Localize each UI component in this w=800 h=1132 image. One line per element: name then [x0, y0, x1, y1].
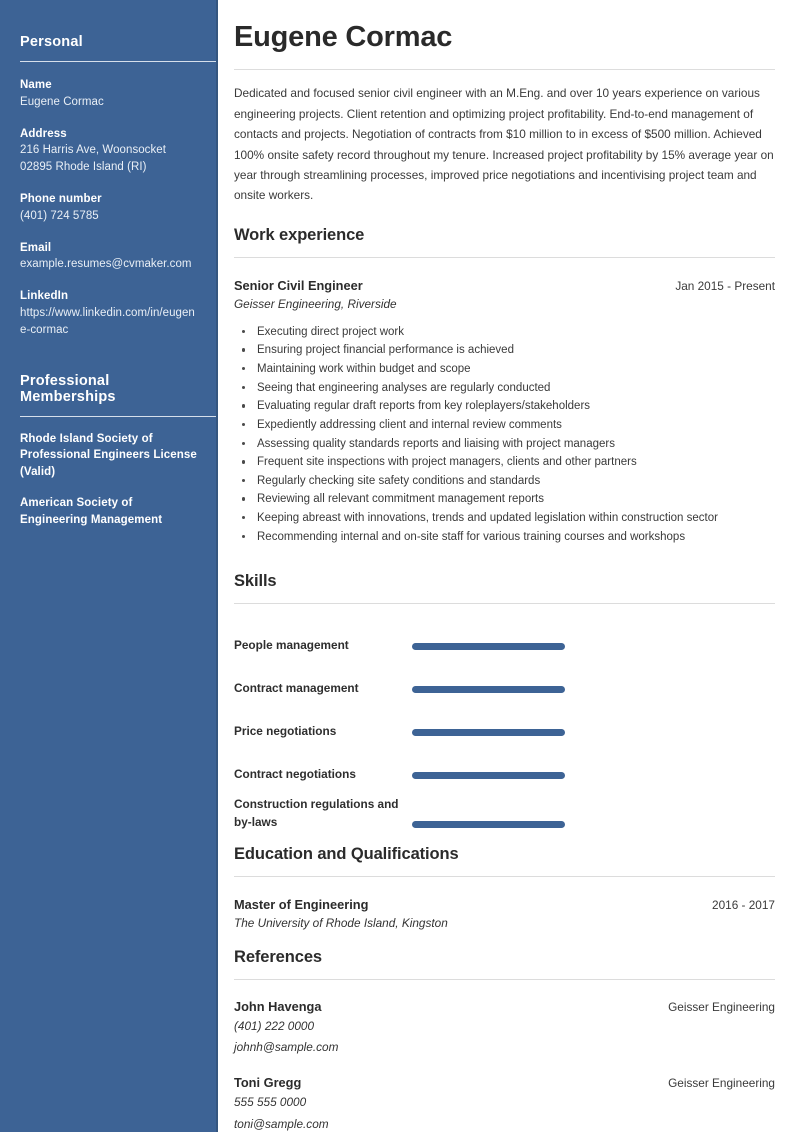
- section-heading: Work experience: [234, 225, 365, 244]
- reference-phone: 555 555 0000: [234, 1095, 307, 1110]
- reference-phone: (401) 222 0000: [234, 1018, 315, 1033]
- skill-label: Contract negotiations: [234, 766, 356, 781]
- reference-entry: Toni Gregg Geisser Engineering 555 555 0…: [234, 1075, 775, 1132]
- skill-label: Construction regulations and by-laws: [234, 797, 399, 829]
- reference-company: Geisser Engineering: [668, 999, 775, 1014]
- sidebar-field-value: 216 Harris Ave, Woonsocket 02895 Rhode I…: [20, 144, 166, 174]
- reference-company: Geisser Engineering: [668, 1076, 775, 1091]
- sidebar-divider-memberships: [20, 415, 218, 417]
- resume-page: Personal Name Eugene Cormac Address 216 …: [0, 0, 800, 1132]
- sidebar-membership-item: American Society of Engineering Manageme…: [20, 496, 163, 526]
- skill-row: Contract negotiations: [234, 753, 775, 783]
- skill-row: Construction regulations and by-laws: [234, 796, 775, 831]
- reference-header: Toni Gregg Geisser Engineering: [234, 1075, 775, 1090]
- skill-bar-track: [412, 686, 775, 697]
- sidebar-field-linkedin: LinkedIn https://www.linkedin.com/in/eug…: [20, 288, 200, 338]
- skill-list: People management Contract management Pr…: [234, 624, 775, 831]
- sidebar-field-value[interactable]: https://www.linkedin.com/in/eugene-corma…: [20, 305, 200, 339]
- section-education: Education and Qualifications Master of E…: [234, 845, 775, 930]
- sidebar-heading-personal: Personal: [20, 34, 83, 50]
- sidebar-field-value: example.resumes@cvmaker.com: [20, 258, 192, 271]
- sidebar-membership-list: Rhode Island Society of Professional Eng…: [20, 431, 200, 529]
- list-item: Recommending internal and on-site staff …: [234, 528, 775, 547]
- sidebar-field-value: Eugene Cormac: [20, 95, 104, 108]
- sidebar-field-value: (401) 724 5785: [20, 209, 99, 222]
- section-divider: [234, 875, 775, 877]
- skill-bar-fill: [412, 643, 565, 651]
- degree-institution: The University of Rhode Island, Kingston: [234, 915, 448, 930]
- sidebar-field-label: Email: [20, 241, 52, 254]
- work-entry: Senior Civil Engineer Jan 2015 - Present…: [234, 278, 775, 547]
- job-date: Jan 2015 - Present: [675, 278, 775, 293]
- reference-email[interactable]: johnh@sample.com: [234, 1038, 775, 1056]
- degree-title: Master of Engineering: [234, 896, 369, 912]
- reference-email[interactable]: toni@sample.com: [234, 1115, 775, 1132]
- list-item: Regularly checking site safety condition…: [234, 472, 775, 491]
- sidebar-field-label: Phone number: [20, 193, 102, 206]
- education-entry-header: Master of Engineering 2016 - 2017: [234, 897, 775, 912]
- job-company: Geisser Engineering, Riverside: [234, 296, 397, 311]
- sidebar-heading-memberships: Professional Memberships: [20, 372, 116, 405]
- skill-bar-fill: [412, 772, 565, 780]
- section-divider: [234, 603, 775, 605]
- section-divider: [234, 978, 775, 980]
- skill-bar-fill: [412, 729, 565, 737]
- skill-bar-fill: [412, 686, 565, 694]
- job-title: Senior Civil Engineer: [234, 277, 363, 293]
- title-divider: [234, 69, 775, 71]
- skill-label: Price negotiations: [234, 723, 337, 738]
- skill-label: People management: [234, 637, 349, 652]
- work-entry-header: Senior Civil Engineer Jan 2015 - Present: [234, 278, 775, 293]
- list-item: Seeing that engineering analyses are reg…: [234, 379, 775, 398]
- sidebar: Personal Name Eugene Cormac Address 216 …: [0, 0, 218, 1132]
- skill-row: People management: [234, 624, 775, 654]
- sidebar-field-label: LinkedIn: [20, 290, 69, 303]
- list-item: Maintaining work within budget and scope: [234, 360, 775, 379]
- professional-summary: Dedicated and focused senior civil engin…: [234, 86, 774, 203]
- education-entry: Master of Engineering 2016 - 2017 The Un…: [234, 897, 775, 930]
- list-item: Executing direct project work: [234, 323, 775, 342]
- list-item: Evaluating regular draft reports from ke…: [234, 397, 775, 416]
- list-item: Frequent site inspections with project m…: [234, 453, 775, 472]
- page-title: Eugene Cormac: [234, 21, 453, 53]
- section-divider: [234, 256, 775, 258]
- section-references: References John Havenga Geisser Engineer…: [234, 948, 775, 1132]
- skill-bar-track: [412, 729, 775, 740]
- skill-bar-track: [412, 772, 775, 783]
- skill-bar-fill: [412, 820, 565, 828]
- main-content: Eugene Cormac Dedicated and focused seni…: [218, 0, 800, 1132]
- sidebar-divider-personal: [20, 61, 218, 62]
- sidebar-field-label: Name: [20, 79, 52, 91]
- list-item: Assessing quality standards reports and …: [234, 435, 775, 454]
- sidebar-field-phone: Phone number (401) 724 5785: [20, 191, 200, 225]
- skill-row: Contract management: [234, 667, 775, 697]
- job-responsibility-list: Executing direct project work Ensuring p…: [234, 323, 775, 547]
- section-heading: Skills: [234, 572, 277, 591]
- skill-row: Price negotiations: [234, 710, 775, 740]
- section-heading: Education and Qualifications: [234, 844, 459, 863]
- section-work-experience: Work experience Senior Civil Engineer Ja…: [234, 226, 775, 547]
- section-heading: References: [234, 947, 322, 966]
- sidebar-field-name: Name Eugene Cormac: [20, 77, 200, 111]
- reference-name: Toni Gregg: [234, 1075, 302, 1091]
- reference-name: John Havenga: [234, 998, 322, 1014]
- sidebar-field-label: Address: [20, 127, 67, 140]
- section-skills: Skills People management Contract manage…: [234, 572, 775, 831]
- reference-header: John Havenga Geisser Engineering: [234, 999, 775, 1014]
- list-item: Reviewing all relevant commitment manage…: [234, 490, 775, 509]
- list-item: Keeping abreast with innovations, trends…: [234, 509, 775, 528]
- sidebar-field-address: Address 216 Harris Ave, Woonsocket 02895…: [20, 126, 200, 176]
- skill-bar-track: [412, 643, 775, 654]
- skill-bar-track: [412, 820, 775, 832]
- reference-entry: John Havenga Geisser Engineering (401) 2…: [234, 999, 775, 1057]
- sidebar-membership-item: Rhode Island Society of Professional Eng…: [20, 432, 197, 479]
- degree-date: 2016 - 2017: [712, 897, 775, 912]
- sidebar-field-email: Email example.resumes@cvmaker.com: [20, 240, 200, 274]
- skill-label: Contract management: [234, 680, 359, 695]
- list-item: Expediently addressing client and intern…: [234, 416, 775, 435]
- list-item: Ensuring project financial performance i…: [234, 341, 775, 360]
